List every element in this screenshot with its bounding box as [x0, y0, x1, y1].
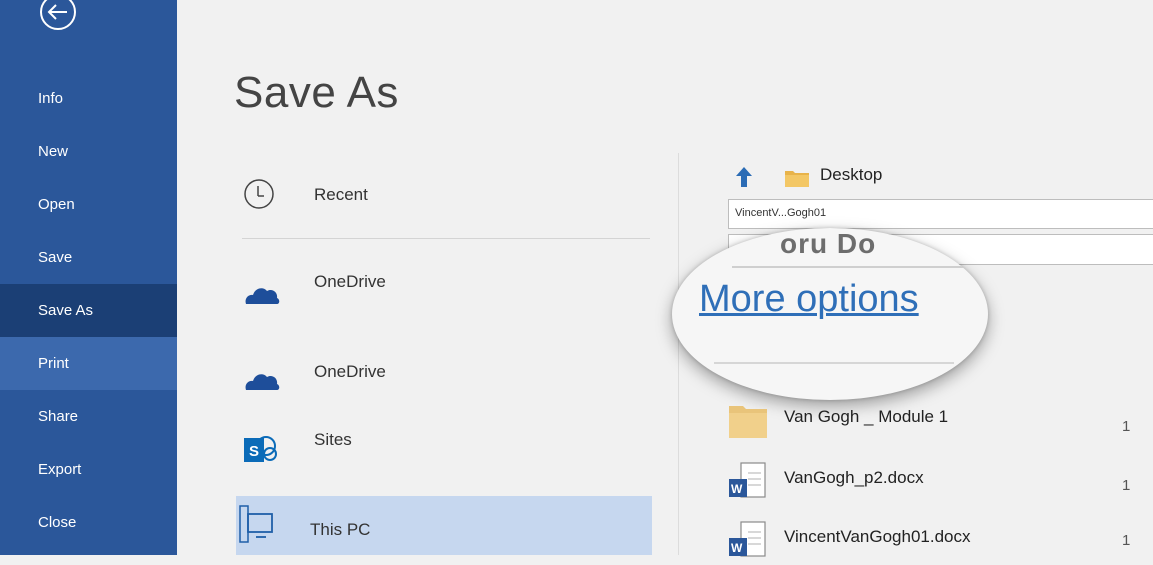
svg-text:W: W [731, 541, 743, 555]
place-onedrive-2[interactable]: OneDrive [240, 348, 650, 408]
place-label: OneDrive [314, 362, 386, 381]
word-document-icon: W [727, 461, 769, 501]
more-options-link[interactable]: More options [699, 278, 919, 321]
computer-icon [238, 504, 278, 543]
nav-open[interactable]: Open [0, 178, 177, 231]
folder-icon [727, 400, 769, 440]
nav-save-as[interactable]: Save As [0, 284, 177, 337]
place-onedrive-1[interactable]: OneDrive [240, 262, 650, 322]
onedrive-cloud-icon [242, 360, 282, 394]
file-date: 1 [1122, 477, 1131, 494]
folder-icon [784, 168, 810, 188]
main-pane: Save As Recent OneDrive OneDrive S Sites… [177, 0, 1153, 557]
place-recent[interactable]: Recent [240, 165, 650, 225]
back-arrow-icon[interactable] [37, 0, 79, 42]
file-name: Van Gogh _ Module 1 [784, 407, 949, 426]
place-this-pc[interactable]: This PC [236, 496, 652, 555]
file-row[interactable]: W VincentVanGogh01.docx [727, 515, 1147, 565]
up-arrow-icon[interactable] [734, 165, 754, 189]
nav-new[interactable]: New [0, 125, 177, 178]
nav-save[interactable]: Save [0, 231, 177, 284]
nav-share[interactable]: Share [0, 390, 177, 443]
file-date: 1 [1122, 418, 1131, 435]
file-name: VincentVanGogh01.docx [784, 527, 971, 546]
file-row[interactable]: Van Gogh _ Module 1 [727, 395, 1147, 445]
file-row[interactable]: W VanGogh_p2.docx [727, 456, 1147, 506]
magnified-filetype-text: oru Do [780, 228, 877, 259]
places-divider [242, 238, 650, 239]
place-label: Recent [314, 185, 368, 204]
nav-print[interactable]: Print [0, 337, 177, 390]
sharepoint-icon: S [242, 432, 282, 466]
clock-icon [242, 177, 282, 211]
place-label: OneDrive [314, 272, 386, 291]
page-title: Save As [234, 68, 399, 117]
place-label: This PC [310, 520, 371, 539]
magnifier-callout: oru Do More options [672, 228, 988, 400]
place-label: Sites [314, 430, 352, 449]
word-document-icon: W [727, 520, 769, 560]
onedrive-cloud-icon [242, 274, 282, 308]
filename-value: VincentV...Gogh01 [735, 207, 827, 219]
svg-text:S: S [249, 443, 259, 460]
file-name: VanGogh_p2.docx [784, 468, 924, 487]
nav-export[interactable]: Export [0, 443, 177, 496]
backstage-sidebar: Info New Open Save Save As Print Share E… [0, 0, 177, 555]
filename-input[interactable]: VincentV...Gogh01 [728, 199, 1153, 229]
current-folder[interactable]: Desktop [820, 165, 882, 185]
file-date: 1 [1122, 532, 1131, 549]
svg-text:W: W [731, 482, 743, 496]
magnified-divider [732, 266, 972, 268]
nav-info[interactable]: Info [0, 72, 177, 125]
place-sites[interactable]: S Sites [240, 420, 650, 480]
magnified-divider [714, 362, 954, 364]
column-divider [678, 153, 679, 555]
nav-close[interactable]: Close [0, 496, 177, 549]
